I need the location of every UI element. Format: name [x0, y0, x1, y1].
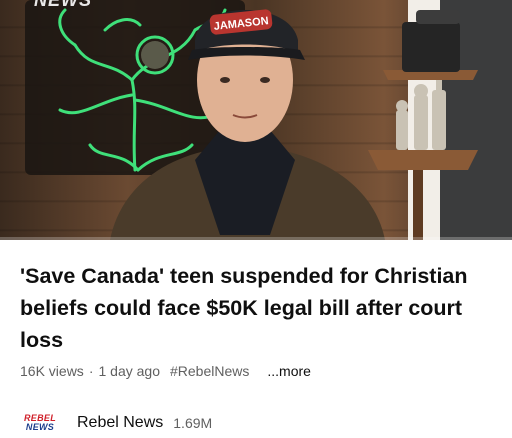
hashtag-link[interactable]: #RebelNews	[170, 363, 249, 379]
stats-separator: ·	[88, 363, 94, 379]
video-progress-bar[interactable]	[0, 237, 512, 240]
more-button[interactable]: ...more	[267, 363, 311, 379]
video-details: 'Save Canada' teen suspended for Christi…	[0, 260, 512, 379]
channel-row[interactable]: REBEL NEWS Rebel News 1.69M	[20, 410, 212, 436]
subscriber-count: 1.69M	[173, 415, 213, 431]
person-silhouette: JAMASON	[110, 9, 385, 240]
upload-age: 1 day ago	[98, 363, 160, 379]
channel-watermark: NEWS	[34, 0, 92, 10]
view-count: 16K views	[20, 363, 84, 379]
video-player[interactable]: JAMASON NEWS	[0, 0, 512, 240]
channel-name[interactable]: Rebel News	[77, 414, 163, 432]
video-title[interactable]: 'Save Canada' teen suspended for Christi…	[20, 260, 490, 356]
video-stats[interactable]: 16K views · 1 day ago #RebelNews ...more	[20, 363, 492, 379]
logo-text-news: NEWS	[25, 422, 55, 432]
channel-logo[interactable]: REBEL NEWS	[20, 412, 60, 434]
